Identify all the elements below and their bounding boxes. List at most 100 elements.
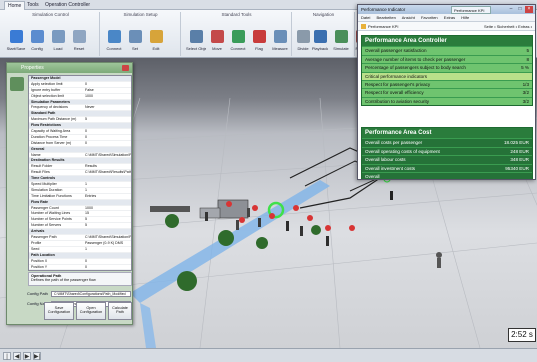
ribbon-button-label: Load <box>53 46 63 51</box>
menu-help[interactable]: Hilfe <box>461 15 469 20</box>
open-configuration-button[interactable]: Open Configuration <box>76 302 106 320</box>
property-description: Operational Path Defines the path of the… <box>28 272 132 286</box>
kpi-row: Percentage of passengers subject to body… <box>362 63 532 72</box>
kpi-row: Overall costs per passenger 18.025 EUR <box>362 138 532 147</box>
column-base <box>437 258 441 268</box>
menu-favorites[interactable]: Favoriten <box>421 15 438 20</box>
first-frame-button[interactable]: |◀ <box>3 352 11 360</box>
maximize-icon[interactable]: □ <box>516 6 524 13</box>
bench[interactable] <box>150 206 190 212</box>
property-value[interactable]: 0 <box>85 265 131 270</box>
ribbon-button-label: Flag <box>255 46 263 51</box>
queue-band-vertical <box>140 303 156 348</box>
panel-icon <box>10 77 24 91</box>
ribbon-button-icon <box>231 30 245 43</box>
calculate-path-button[interactable]: Calculate Path <box>108 302 132 320</box>
ribbon-button-icon <box>296 30 310 43</box>
kpi-row: Overall labour costs 348 EUR <box>362 155 532 164</box>
kpi-row: Overall operating costs of equipment 248 … <box>362 146 532 155</box>
ribbon-button-label: Connect <box>106 46 122 51</box>
config-path-field[interactable]: C:\MMT\Shared\Configurations\Path_Modifi… <box>51 291 131 297</box>
close-icon[interactable]: × <box>525 6 533 13</box>
minimize-icon[interactable]: – <box>507 6 515 13</box>
play-button[interactable]: ▶ <box>23 352 31 360</box>
browser-titlebar: Performance Indicator Performance KPI – … <box>358 5 535 14</box>
ribbon-button-label: Playback <box>311 46 329 51</box>
close-icon[interactable] <box>122 65 129 71</box>
kpi-name: Contribution to aviation security <box>365 98 430 104</box>
ribbon-button-label: Set <box>131 46 138 51</box>
ribbon-button-label: Simulate <box>333 46 349 51</box>
kpi-sub-rows: Respect for passenger's privacy 1/3 Respec… <box>362 79 532 105</box>
simulation-time: 2:52 s <box>508 328 536 342</box>
conveyor-belt[interactable] <box>199 207 221 219</box>
tab-tools[interactable]: Tools <box>24 1 42 10</box>
kpi-controller-section: Performance Area Controller Overall pass… <box>361 35 533 106</box>
ribbon-button-icon <box>313 30 327 43</box>
save-configuration-button[interactable]: Save Configuration <box>44 302 74 320</box>
ribbon-button-label: Config <box>31 46 43 51</box>
playback-statusbar: |◀ ◀ ▶ ▶| <box>0 348 537 362</box>
ribbon-button-icon <box>107 30 121 43</box>
tab-operation-controller[interactable]: Operation Controller <box>42 1 93 10</box>
ribbon-button-label: Move <box>212 46 222 51</box>
kpi-cost-section: Performance Area Cost Overall costs per … <box>361 127 533 179</box>
ribbon-button-label: Select Object <box>186 46 206 51</box>
kpi-rows: Overall costs per passenger 18.025 EUR Ove… <box>362 138 532 179</box>
ribbon-button-icon <box>252 30 266 43</box>
ribbon-button-icon <box>9 30 23 43</box>
favorites-item[interactable]: Performance KPI <box>368 24 398 29</box>
browser-tab[interactable]: Performance KPI <box>451 6 491 14</box>
group-title: Simulation Setup <box>123 12 158 17</box>
ribbon-button-label: Reset <box>73 46 85 51</box>
tab-home[interactable]: Home <box>4 1 26 10</box>
column <box>436 252 442 258</box>
ribbon-button-icon <box>51 30 65 43</box>
ribbon-button-icon <box>30 30 44 43</box>
kpi-rows: Overall passenger satisfaction 5 Average n… <box>362 46 532 72</box>
browser-window: Performance Indicator Performance KPI – … <box>357 4 536 180</box>
ribbon-button-icon <box>210 30 224 43</box>
ribbon-button-icon <box>273 30 287 43</box>
config-path-label: Config Path <box>27 291 48 296</box>
ribbon-button-icon <box>149 30 163 43</box>
previous-frame-button[interactable]: ◀ <box>13 352 21 360</box>
security-scanner[interactable] <box>217 199 249 219</box>
ribbon-button-label: Connect <box>230 46 246 51</box>
browser-favorites-bar: Performance KPI Seite • Sicherheit • Ext… <box>358 22 535 31</box>
properties-panel: Properties Passenger Model Apply selectio… <box>6 62 133 325</box>
ribbon-button-label: Start/Save <box>6 46 26 51</box>
ribbon-button-icon <box>72 30 86 43</box>
kpi-name: Overall <box>365 174 380 179</box>
kpi-section-title: Performance Area Controller <box>362 36 532 46</box>
group-title: Navigation <box>312 12 335 17</box>
browser-toolbar-right[interactable]: Seite • Sicherheit • Extras • <box>484 22 532 31</box>
kpi-row: Respect for overall efficiency 3/2 <box>362 88 532 97</box>
group-title: Standard Tools <box>221 12 252 17</box>
menu-edit[interactable]: Bearbeiten <box>376 15 395 20</box>
kpi-value: 3/2 <box>522 98 529 104</box>
menu-extras[interactable]: Extras <box>444 15 455 20</box>
kpi-row: Average number of items to check per pas… <box>362 54 532 63</box>
menu-file[interactable]: Datei <box>361 15 370 20</box>
kpi-row: Overall <box>362 172 532 179</box>
kpi-row: Overall investment costs 95340 EUR <box>362 163 532 172</box>
kpi-row: Contribution to aviation security 3/2 <box>362 96 532 105</box>
property-grid[interactable]: Passenger Model Apply selection limit 0 Ign… <box>28 75 132 271</box>
browser-title: Performance Indicator <box>361 7 406 12</box>
ribbon-button-label: Edit <box>152 46 160 51</box>
star-icon[interactable] <box>361 24 366 29</box>
kpi-row: Respect for passenger's privacy 1/3 <box>362 79 532 88</box>
panel-title: Properties <box>7 63 132 73</box>
ribbon-button-icon <box>334 30 348 43</box>
property-name: Position Y <box>31 264 48 269</box>
ribbon-button-icon <box>128 30 142 43</box>
ribbon-button-icon <box>189 30 203 43</box>
kpi-subtitle: Critical performance indicators <box>362 71 532 80</box>
last-frame-button[interactable]: ▶| <box>33 352 41 360</box>
description-text: Defines the path of the passenger flow <box>31 278 96 282</box>
group-title: Simulation Control <box>32 12 69 17</box>
menu-view[interactable]: Ansicht <box>402 15 415 20</box>
property-row[interactable]: Position Y 0 <box>29 264 131 270</box>
plant-decorations <box>165 214 321 291</box>
